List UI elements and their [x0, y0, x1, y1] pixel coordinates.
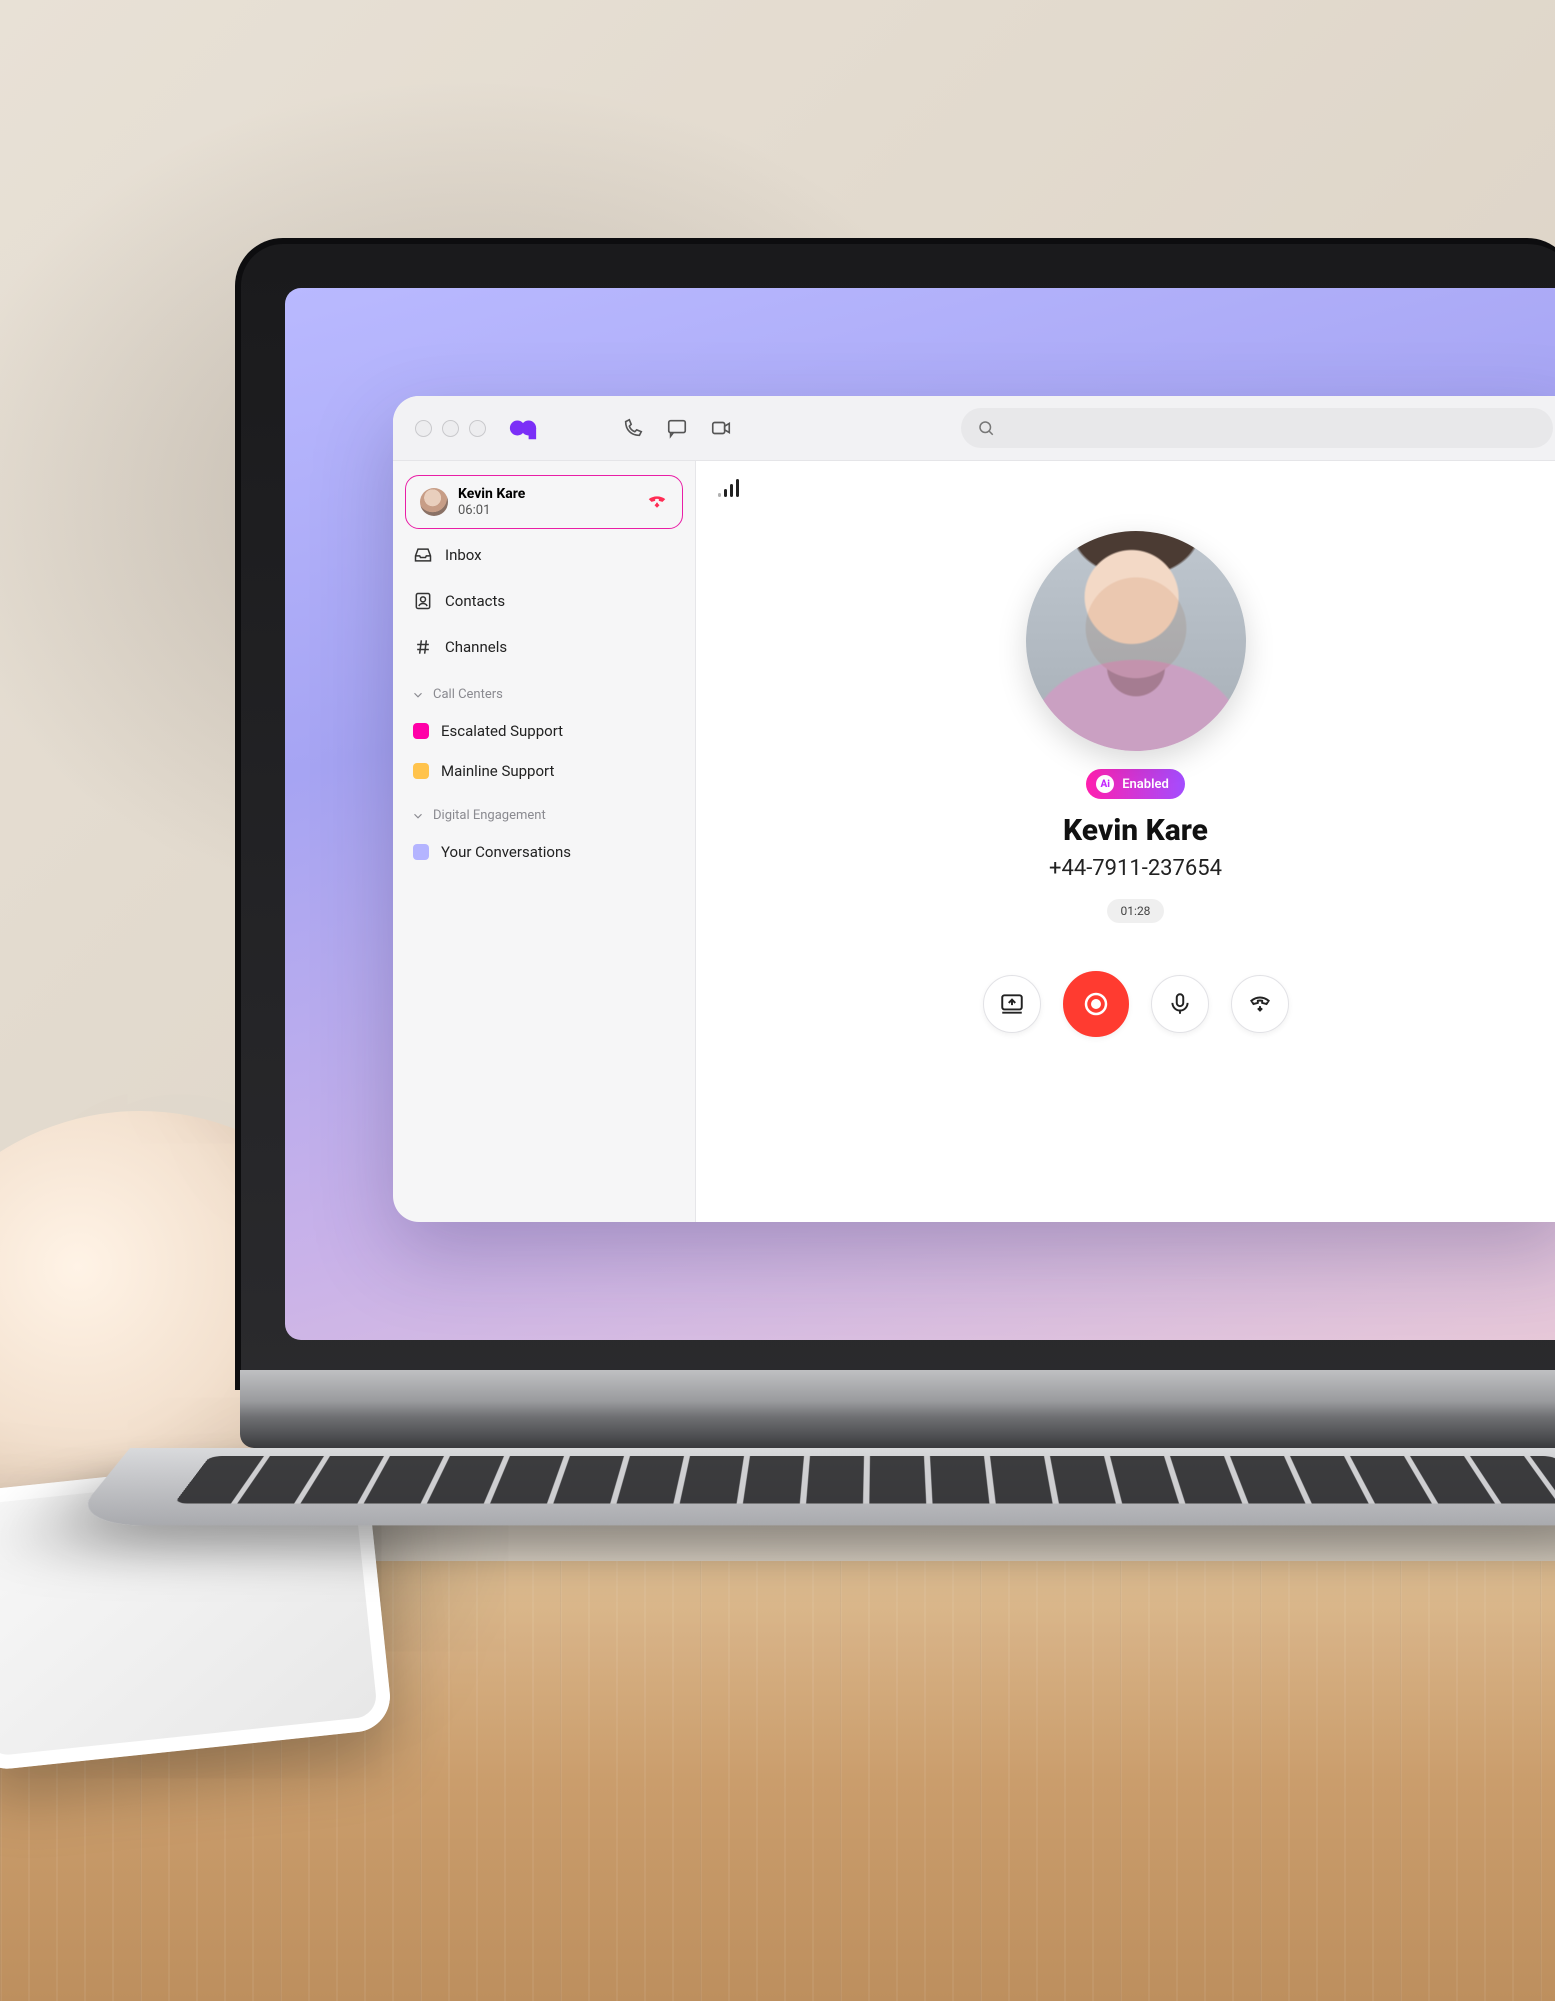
nav-contacts-label: Contacts [445, 592, 505, 610]
phone-icon[interactable] [622, 417, 644, 439]
chevron-down-icon [411, 688, 425, 702]
scene-photo-backdrop: Kevin Kare 06:01 Inbox [0, 0, 1555, 2001]
traffic-close[interactable] [415, 420, 432, 437]
call-center-label: Escalated Support [441, 722, 563, 740]
record-button[interactable] [1063, 971, 1129, 1037]
ai-enabled-pill[interactable]: Ai Enabled [1086, 769, 1185, 799]
caller-name: Kevin Kare [1063, 813, 1208, 848]
section-call-centers-label: Call Centers [433, 687, 503, 702]
nav-channels[interactable]: Channels [405, 627, 683, 667]
chevron-down-icon [411, 809, 425, 823]
video-icon[interactable] [710, 417, 732, 439]
section-digital-engagement[interactable]: Digital Engagement [405, 794, 683, 829]
search-input[interactable] [961, 408, 1553, 448]
laptop-lid: Kevin Kare 06:01 Inbox [235, 238, 1555, 1390]
active-call-name: Kevin Kare [458, 486, 525, 503]
active-call-duration: 06:01 [458, 503, 525, 519]
laptop-hinge [240, 1370, 1555, 1448]
app-body: Kevin Kare 06:01 Inbox [393, 461, 1555, 1222]
contacts-icon [413, 591, 433, 611]
swatch-icon [413, 763, 429, 779]
section-call-centers[interactable]: Call Centers [405, 673, 683, 708]
ai-enabled-label: Enabled [1122, 777, 1169, 792]
call-center-escalated[interactable]: Escalated Support [405, 714, 683, 748]
laptop-screen: Kevin Kare 06:01 Inbox [285, 288, 1555, 1340]
screen-share-button[interactable] [983, 975, 1041, 1033]
signal-strength-icon [718, 479, 739, 497]
hangup-icon[interactable] [646, 489, 668, 515]
traffic-zoom[interactable] [469, 420, 486, 437]
hold-button[interactable] [1231, 975, 1289, 1033]
app-window: Kevin Kare 06:01 Inbox [393, 396, 1555, 1222]
call-timer: 01:28 [1107, 899, 1165, 923]
caller-avatar-large [1026, 531, 1246, 751]
inbox-icon [413, 545, 433, 565]
screen-share-icon [999, 991, 1025, 1017]
nav-inbox-label: Inbox [445, 546, 482, 564]
record-icon [1081, 989, 1111, 1019]
swatch-icon [413, 844, 429, 860]
active-call-card[interactable]: Kevin Kare 06:01 [405, 475, 683, 529]
swatch-icon [413, 723, 429, 739]
nav-inbox[interactable]: Inbox [405, 535, 683, 575]
sidebar: Kevin Kare 06:01 Inbox [393, 461, 696, 1222]
ai-badge-icon: Ai [1096, 775, 1114, 793]
call-controls [983, 971, 1289, 1037]
window-traffic-lights[interactable] [415, 420, 486, 437]
chat-icon[interactable] [666, 417, 688, 439]
caller-avatar-small [420, 488, 448, 516]
call-center-mainline[interactable]: Mainline Support [405, 754, 683, 788]
mute-button[interactable] [1151, 975, 1209, 1033]
search-icon [977, 419, 995, 437]
app-logo-icon [508, 413, 538, 443]
caller-phone: +44-7911-237654 [1049, 856, 1222, 881]
laptop-keyboard [174, 1456, 1555, 1503]
hash-icon [413, 637, 433, 657]
digital-engagement-label: Your Conversations [441, 843, 571, 861]
nav-channels-label: Channels [445, 638, 507, 656]
nav-contacts[interactable]: Contacts [405, 581, 683, 621]
titlebar [393, 396, 1555, 461]
digital-engagement-your-conversations[interactable]: Your Conversations [405, 835, 683, 869]
section-digital-engagement-label: Digital Engagement [433, 808, 546, 823]
call-pane: Ai Enabled Kevin Kare +44-7911-237654 01… [696, 461, 1555, 1222]
microphone-icon [1167, 991, 1193, 1017]
traffic-minimize[interactable] [442, 420, 459, 437]
call-center-label: Mainline Support [441, 762, 554, 780]
hold-icon [1247, 991, 1273, 1017]
